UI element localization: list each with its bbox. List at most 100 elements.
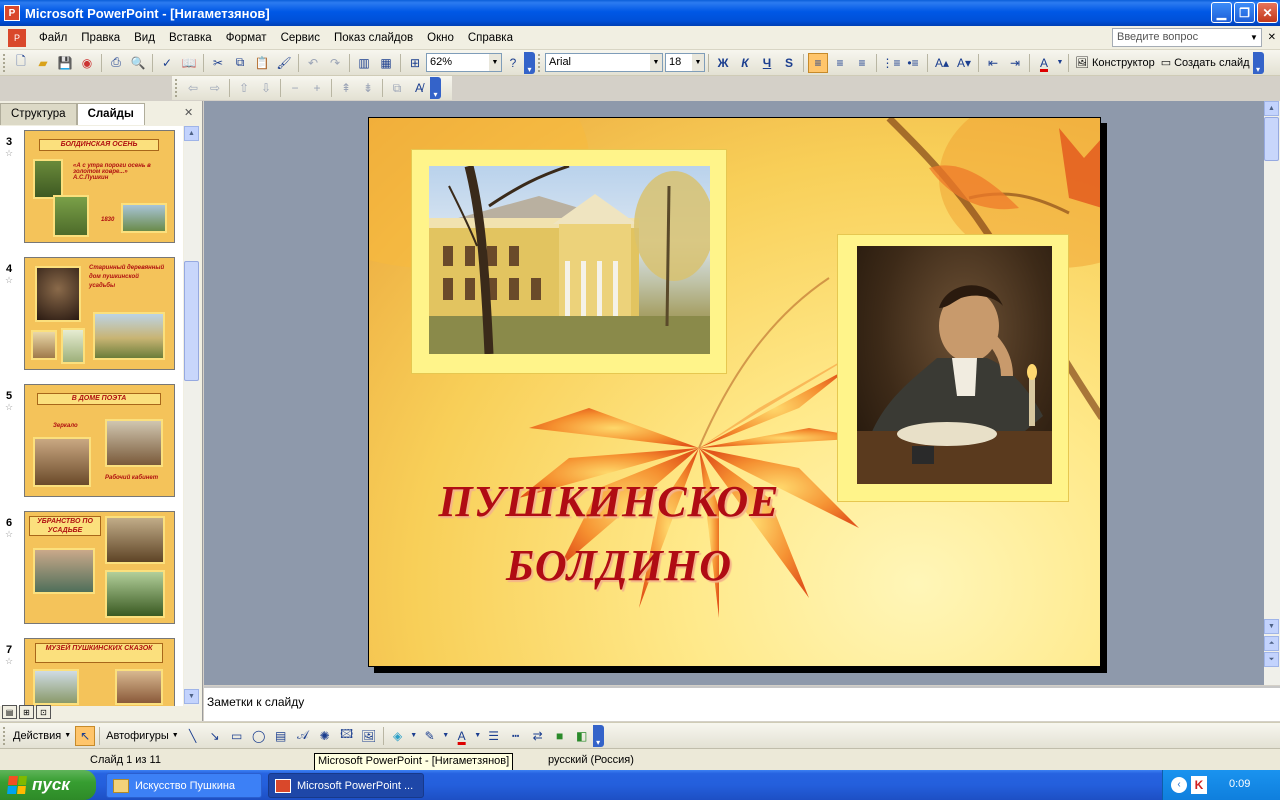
demote-icon[interactable]: ⇨	[205, 78, 225, 98]
pane-close-icon[interactable]: ✕	[184, 106, 193, 119]
fill-dropdown-icon[interactable]: ▼	[410, 726, 418, 746]
insert-chart-icon[interactable]: ▥	[354, 53, 374, 73]
font-size-select[interactable]: 18 ▼	[665, 53, 705, 72]
manor-house-photo[interactable]	[429, 166, 710, 354]
align-right-icon[interactable]: ≡	[852, 53, 872, 73]
decrease-font-icon[interactable]: A▾	[954, 53, 974, 73]
expand-icon[interactable]: +	[307, 78, 327, 98]
shadow-style-icon[interactable]: ■	[550, 726, 570, 746]
research-icon[interactable]: 📖	[179, 53, 199, 73]
slide-vertical-scrollbar[interactable]: ▲ ▼ ⏶ ⏷	[1264, 101, 1280, 685]
textbox-icon[interactable]: ▤	[271, 726, 291, 746]
slide-thumbnail[interactable]: Старинный деревянный дом пушкинской усад…	[24, 257, 175, 370]
thumbnail-row[interactable]: 4 ☆ Старинный деревянный дом пушкинской …	[0, 253, 183, 371]
clock[interactable]: 0:09	[1229, 778, 1250, 790]
menu-help[interactable]: Справка	[461, 28, 520, 48]
spelling-icon[interactable]: ✓	[157, 53, 177, 73]
select-pointer-icon[interactable]: ↖	[75, 725, 96, 746]
collapse-all-icon[interactable]: ⇞	[336, 78, 356, 98]
italic-button[interactable]: К	[735, 53, 755, 73]
font-color-icon[interactable]: A	[452, 726, 472, 746]
decrease-indent-icon[interactable]: ⇤	[983, 53, 1003, 73]
grid-icon[interactable]: ⊞	[405, 53, 425, 73]
dash-style-icon[interactable]: ┅	[506, 726, 526, 746]
undo-icon[interactable]: ↶	[303, 53, 323, 73]
antivirus-icon[interactable]: K	[1191, 776, 1207, 794]
font-color-dropdown-icon[interactable]: ▼	[474, 726, 482, 746]
help-icon[interactable]: ?	[503, 53, 523, 73]
toolbar-options-icon[interactable]: ▾	[524, 51, 535, 74]
toolbar-options-icon[interactable]: ▾	[430, 77, 441, 99]
toolbar-grip[interactable]	[175, 79, 179, 97]
toolbar-options-icon[interactable]: ▾	[592, 724, 604, 747]
menu-file[interactable]: Файл	[32, 28, 74, 48]
start-button[interactable]: пуск	[0, 770, 96, 800]
rectangle-icon[interactable]: ▭	[227, 726, 247, 746]
scroll-down-icon[interactable]: ▼	[184, 689, 199, 704]
fill-color-icon[interactable]: ◈	[388, 726, 408, 746]
restore-button[interactable]: ❐	[1234, 2, 1255, 23]
scroll-thumb[interactable]	[184, 261, 199, 381]
thumbnail-scrollbar[interactable]: ▲ ▼	[184, 126, 200, 706]
font-name-dropdown-icon[interactable]: ▼	[650, 54, 662, 71]
toolbar-options-icon[interactable]: ▾	[1252, 51, 1264, 74]
help-search-input[interactable]: Введите вопрос ▼	[1112, 28, 1262, 47]
paste-icon[interactable]: 📋	[252, 53, 272, 73]
line-color-icon[interactable]: ✎	[420, 726, 440, 746]
redo-icon[interactable]: ↷	[325, 53, 345, 73]
clipart-icon[interactable]: 🖾	[337, 726, 357, 746]
collapse-icon[interactable]: −	[285, 78, 305, 98]
zoom-dropdown-icon[interactable]: ▼	[489, 54, 501, 71]
expand-all-icon[interactable]: ⇟	[358, 78, 378, 98]
powerpoint-app-icon[interactable]: P	[4, 5, 20, 21]
thumbnail-row[interactable]: 5 ☆ В ДОМЕ ПОЭТА Зеркало Рабочий кабинет	[0, 380, 183, 498]
print-icon[interactable]: ⎙	[106, 53, 126, 73]
align-left-icon[interactable]: ≡	[808, 52, 828, 73]
font-name-select[interactable]: Arial ▼	[545, 53, 663, 72]
taskbar-item-powerpoint[interactable]: Microsoft PowerPoint ...	[268, 773, 424, 798]
previous-slide-icon[interactable]: ⏶	[1264, 636, 1279, 651]
move-down-icon[interactable]: ⇩	[256, 78, 276, 98]
toolbar-grip[interactable]	[3, 726, 7, 745]
menu-edit[interactable]: Правка	[74, 28, 127, 48]
pushkin-portrait-photo[interactable]	[857, 246, 1052, 484]
slide-thumbnail[interactable]: МУЗЕЙ ПУШКИНСКИХ СКАЗОК	[24, 638, 175, 706]
minimize-button[interactable]: ▁	[1211, 2, 1232, 23]
autoshapes-menu[interactable]: Автофигуры ▼	[103, 730, 182, 742]
arrow-style-icon[interactable]: ⇄	[528, 726, 548, 746]
copy-icon[interactable]: ⧉	[230, 53, 250, 73]
doc-close-icon[interactable]: ✕	[1268, 32, 1276, 43]
font-size-dropdown-icon[interactable]: ▼	[692, 54, 704, 71]
shadow-button[interactable]: S	[779, 53, 799, 73]
toolbar-grip[interactable]	[538, 53, 542, 72]
move-up-icon[interactable]: ⇧	[234, 78, 254, 98]
tray-expand-icon[interactable]: ‹	[1171, 777, 1187, 793]
next-slide-icon[interactable]: ⏷	[1264, 652, 1279, 667]
menu-window[interactable]: Окно	[420, 28, 461, 48]
slide-title-line1[interactable]: ПУШКИНСКОЕ	[409, 470, 809, 534]
permission-icon[interactable]: ◉	[77, 53, 97, 73]
diagram-icon[interactable]: ✺	[315, 726, 335, 746]
slide-thumbnail[interactable]: БОЛДИНСКАЯ ОСЕНЬ «А с утра пороги осень …	[24, 130, 175, 243]
actions-menu[interactable]: Действия ▼	[10, 730, 74, 742]
font-color-dropdown-icon[interactable]: ▼	[1056, 53, 1064, 73]
menu-format[interactable]: Формат	[219, 28, 274, 48]
taskbar-item-folder[interactable]: Искусство Пушкина	[106, 773, 262, 798]
line-color-dropdown-icon[interactable]: ▼	[442, 726, 450, 746]
picture-icon[interactable]: 🖼	[359, 726, 379, 746]
thumbnail-row[interactable]: 3 ☆ БОЛДИНСКАЯ ОСЕНЬ «А с утра пороги ос…	[0, 126, 183, 244]
slide-thumbnail[interactable]: В ДОМЕ ПОЭТА Зеркало Рабочий кабинет	[24, 384, 175, 497]
underline-button[interactable]: Ч	[757, 53, 777, 73]
slide-canvas[interactable]: ПУШКИНСКОЕ БОЛДИНО	[368, 117, 1101, 667]
toolbar-grip[interactable]	[3, 53, 7, 72]
summary-slide-icon[interactable]: ⧉	[387, 78, 407, 98]
zoom-select[interactable]: 62% ▼	[426, 53, 502, 72]
bullets-icon[interactable]: •≡	[903, 53, 923, 73]
slideshow-view-icon[interactable]: ⊡	[36, 705, 51, 719]
notes-pane[interactable]: Заметки к слайду	[204, 686, 1280, 721]
menu-insert[interactable]: Вставка	[162, 28, 219, 48]
document-icon[interactable]: P	[8, 28, 26, 47]
insert-table-icon[interactable]: ▦	[376, 53, 396, 73]
increase-indent-icon[interactable]: ⇥	[1005, 53, 1025, 73]
promote-icon[interactable]: ⇦	[183, 78, 203, 98]
